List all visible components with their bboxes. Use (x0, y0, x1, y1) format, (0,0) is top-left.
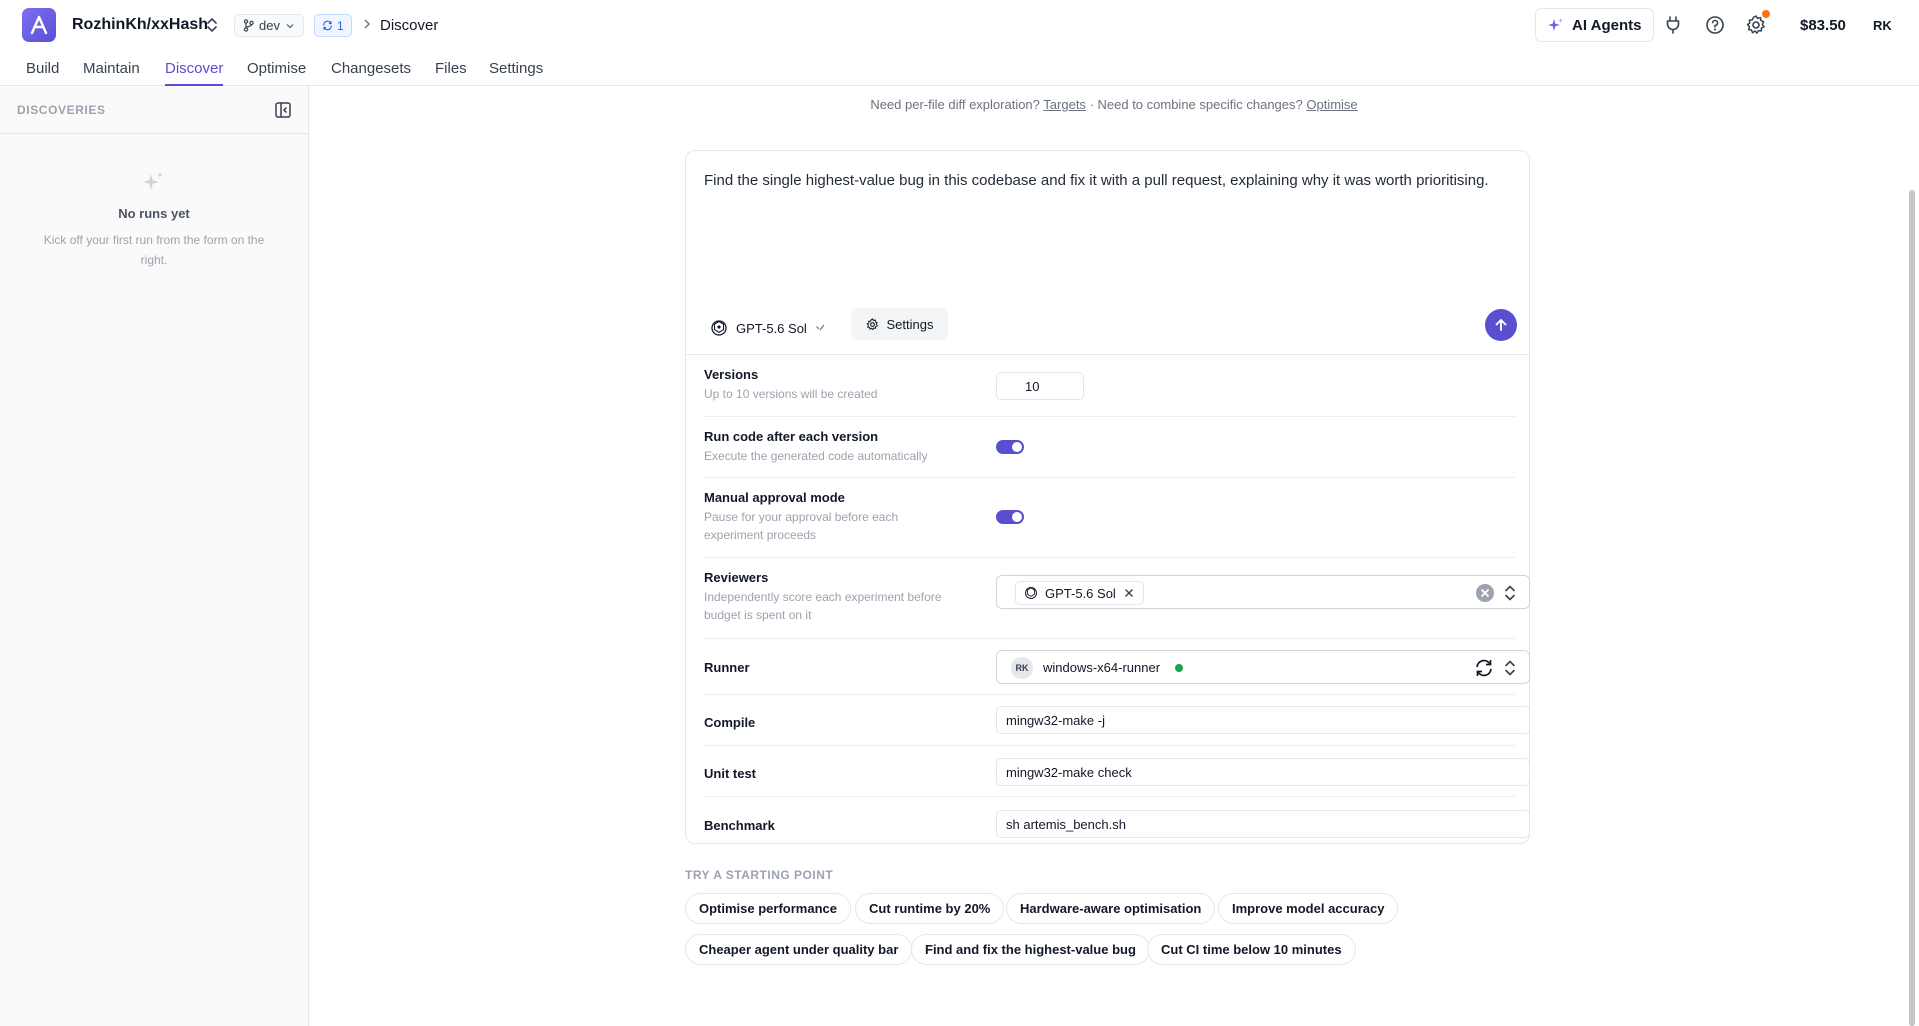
ai-agents-button[interactable]: AI Agents (1535, 8, 1655, 42)
starting-point-chip[interactable]: Cut runtime by 20% (855, 893, 1005, 924)
run-code-toggle[interactable] (996, 440, 1024, 454)
manual-approval-toggle[interactable] (996, 510, 1024, 524)
sparkle-icon (143, 172, 163, 190)
openai-logo-icon (1025, 587, 1037, 599)
run-code-description: Execute the generated code automatically (704, 449, 928, 463)
scrollbar[interactable] (1909, 190, 1915, 1026)
top-bar: RozhinKh/xxHash dev 1 Discover AI Agents (0, 0, 1919, 50)
settings-label: Settings (886, 316, 934, 332)
tab-discover[interactable]: Discover (165, 60, 224, 86)
run-code-row: Run code after each version Execute the … (704, 417, 1515, 478)
hint-text-2: · Need to combine specific changes? (1089, 97, 1303, 112)
settings-button[interactable]: Settings (851, 308, 948, 340)
manual-approval-row: Manual approval mode Pause for your appr… (704, 478, 1515, 558)
versions-row: Versions Up to 10 versions will be creat… (704, 355, 1515, 417)
sync-badge[interactable]: 1 (314, 14, 352, 37)
tab-changesets[interactable]: Changesets (331, 60, 411, 86)
empty-state-title: No runs yet (118, 206, 190, 221)
account-balance[interactable]: $83.50 (1800, 17, 1846, 34)
tab-maintain[interactable]: Maintain (83, 60, 140, 86)
versions-label: Versions (704, 367, 759, 382)
starting-point-chip[interactable]: Optimise performance (685, 893, 851, 924)
app-logo[interactable] (22, 8, 56, 42)
openai-logo-icon (711, 320, 727, 336)
hint-text-1: Need per-file diff exploration? (870, 97, 1040, 112)
discoveries-sidebar: DISCOVERIES No runs yet Kick off your fi… (0, 86, 309, 1026)
compile-row: Compile mingw32-make -j (704, 695, 1530, 746)
chevron-updown-icon[interactable] (1503, 658, 1517, 678)
starting-point-chip[interactable]: Improve model accuracy (1218, 893, 1399, 924)
runner-status-dot (1175, 664, 1183, 672)
compile-label: Compile (704, 715, 756, 730)
prompt-textarea[interactable]: Find the single highest-value bug in thi… (704, 171, 1514, 191)
benchmark-row: Benchmark sh artemis_bench.sh (704, 797, 1530, 843)
reviewers-description: Independently score each experiment befo… (704, 590, 942, 622)
unit-test-input[interactable]: mingw32-make check (996, 758, 1530, 786)
breadcrumb-current: Discover (380, 17, 439, 34)
empty-state-description: Kick off your first run from the form on… (43, 233, 265, 267)
discover-form-card: Find the single highest-value bug in thi… (685, 150, 1530, 844)
manual-approval-description: Pause for your approval before each expe… (704, 510, 899, 542)
arrow-up-icon (1495, 319, 1507, 331)
tab-optimise[interactable]: Optimise (247, 60, 306, 86)
branch-name: dev (259, 18, 280, 33)
starting-points-title: TRY A STARTING POINT (685, 868, 834, 882)
optimise-link[interactable]: Optimise (1306, 97, 1357, 112)
user-avatar[interactable]: RK (1873, 18, 1892, 33)
manual-approval-label: Manual approval mode (704, 490, 845, 505)
reviewers-label: Reviewers (704, 570, 769, 585)
repo-name[interactable]: RozhinKh/xxHash (72, 16, 208, 34)
plug-icon[interactable] (1661, 13, 1685, 37)
unit-test-row: Unit test mingw32-make check (704, 746, 1530, 797)
sparkle-icon (1548, 18, 1563, 31)
reviewers-select[interactable]: GPT-5.6 Sol (996, 575, 1530, 609)
runner-row: Runner RK windows-x64-runner (704, 639, 1530, 695)
sync-icon (323, 20, 332, 31)
starting-point-chip[interactable]: Cheaper agent under quality bar (685, 934, 913, 965)
clear-icon[interactable] (1475, 583, 1495, 603)
ai-agents-label: AI Agents (1572, 16, 1642, 34)
help-icon[interactable] (1703, 13, 1727, 37)
run-code-label: Run code after each version (704, 429, 879, 444)
runner-avatar: RK (1011, 657, 1033, 679)
chevron-updown-icon[interactable] (205, 16, 219, 34)
branch-selector[interactable]: dev (234, 14, 304, 37)
submit-button[interactable] (1485, 309, 1517, 341)
reviewer-chip: GPT-5.6 Sol (1015, 581, 1144, 605)
versions-description: Up to 10 versions will be created (704, 387, 878, 401)
reviewers-row: Reviewers Independently score each exper… (704, 558, 1530, 639)
logo-a-icon (30, 15, 48, 35)
refresh-icon[interactable] (1473, 657, 1495, 679)
runner-select[interactable]: RK windows-x64-runner (996, 650, 1530, 684)
tab-build[interactable]: Build (26, 60, 59, 86)
gear-icon (866, 317, 878, 330)
chevron-updown-icon[interactable] (1503, 583, 1517, 603)
chevron-right-icon (364, 19, 370, 29)
model-name: GPT-5.6 Sol (736, 320, 807, 336)
compile-input[interactable]: mingw32-make -j (996, 706, 1530, 734)
benchmark-label: Benchmark (704, 818, 775, 833)
model-selector[interactable]: GPT-5.6 Sol (710, 313, 825, 343)
runner-label: Runner (704, 660, 750, 675)
versions-input[interactable]: 10 (996, 372, 1084, 400)
unit-test-label: Unit test (704, 766, 756, 781)
notification-dot (1762, 10, 1770, 18)
targets-link[interactable]: Targets (1043, 97, 1086, 112)
remove-chip-icon[interactable] (1123, 587, 1135, 599)
chevron-check-icon (815, 324, 825, 331)
benchmark-input[interactable]: sh artemis_bench.sh (996, 810, 1530, 838)
git-branch-icon (243, 19, 254, 32)
runner-name: windows-x64-runner (1043, 660, 1161, 675)
chevron-down-icon (286, 23, 294, 28)
tab-settings[interactable]: Settings (489, 60, 543, 86)
starting-point-chip[interactable]: Find and fix the highest-value bug (911, 934, 1150, 965)
sync-count: 1 (337, 18, 344, 33)
reviewer-chip-label: GPT-5.6 Sol (1045, 585, 1116, 601)
starting-point-chip[interactable]: Cut CI time below 10 minutes (1147, 934, 1356, 965)
hint-line: Need per-file diff exploration? Targets … (0, 97, 1919, 112)
main-tabs: Build Maintain Discover Optimise Changes… (0, 50, 1919, 86)
tab-files[interactable]: Files (435, 60, 467, 86)
starting-point-chip[interactable]: Hardware-aware optimisation (1006, 893, 1216, 924)
